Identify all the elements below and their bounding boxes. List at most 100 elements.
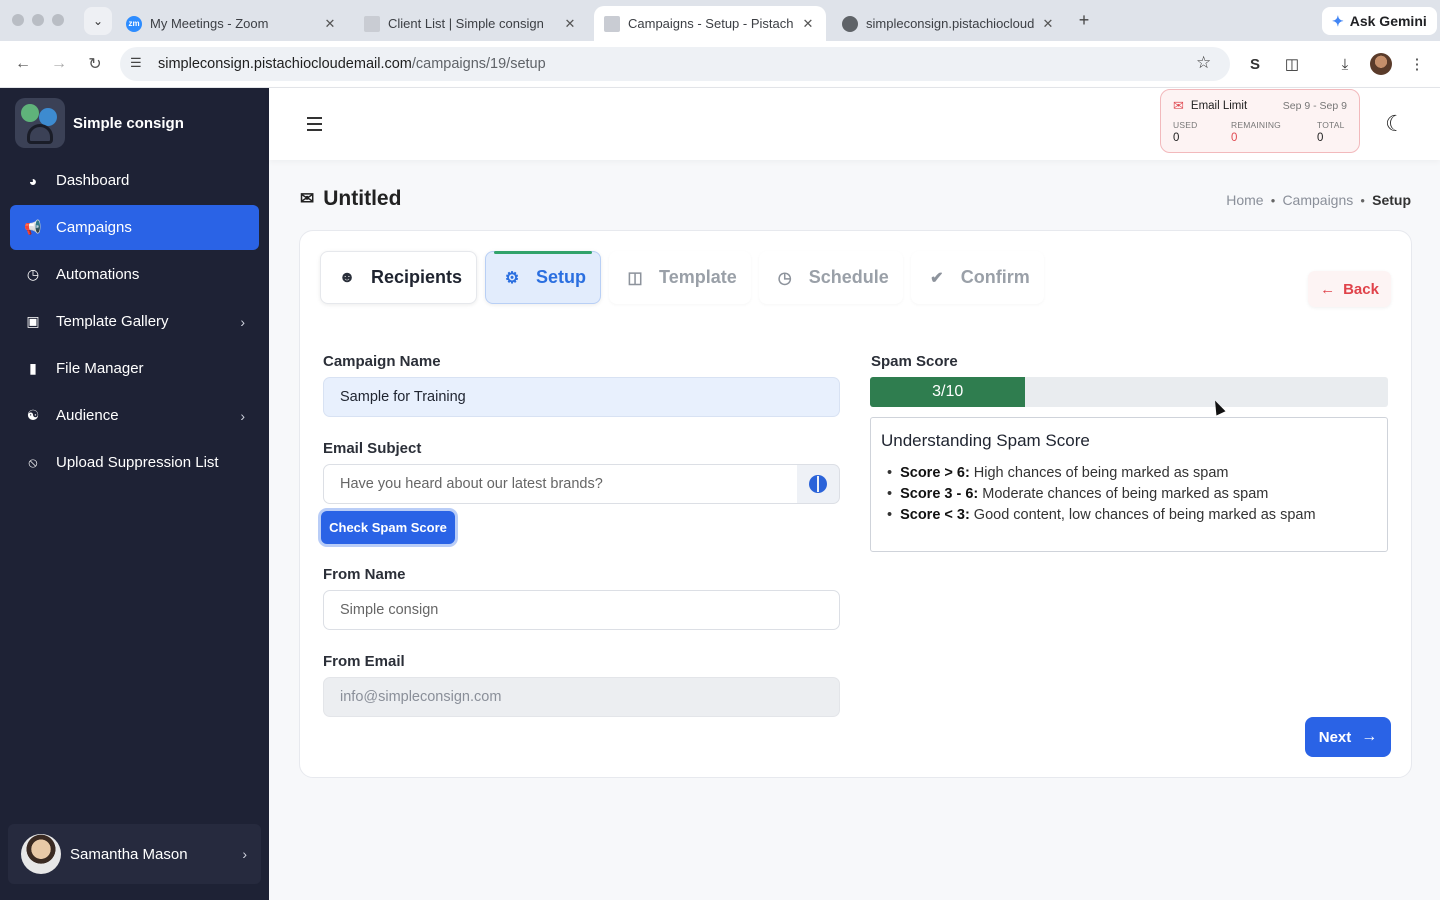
ai-suggest-button[interactable]: [797, 464, 840, 504]
new-tab-button[interactable]: +: [1074, 10, 1094, 31]
next-button[interactable]: Next →: [1305, 717, 1391, 757]
spam-score-label: Spam Score: [871, 353, 958, 370]
zoom-icon: zm: [126, 15, 142, 32]
layout-icon: ◫: [627, 269, 643, 287]
chevron-right-icon: ›: [240, 313, 245, 330]
gallery-icon: ▣: [26, 313, 40, 329]
sidebar-item-dashboard[interactable]: ◕ Dashboard: [10, 158, 259, 203]
sidebar-item-label: Campaigns: [56, 219, 132, 236]
step-setup[interactable]: ⚙ Setup: [485, 251, 602, 304]
dark-mode-moon-icon[interactable]: ☾: [1379, 108, 1411, 140]
spam-score-fill: 3/10: [870, 377, 1026, 407]
forward-arrow-icon[interactable]: →: [48, 53, 70, 75]
reload-icon[interactable]: ↻: [84, 53, 106, 75]
rule-key: Score > 6:: [900, 465, 970, 481]
step-template[interactable]: ◫ Template: [609, 251, 751, 304]
sidebar-item-label: Audience: [56, 407, 119, 424]
back-arrow-icon[interactable]: ←: [12, 53, 34, 75]
breadcrumb-campaigns[interactable]: Campaigns: [1282, 192, 1353, 208]
step-label: Setup: [536, 267, 587, 287]
more-vertical-icon[interactable]: ⋮: [1406, 53, 1428, 75]
page-title: ✉ Untitled: [300, 187, 401, 211]
brand[interactable]: Simple consign: [15, 98, 184, 148]
back-label: Back: [1343, 280, 1379, 298]
rule-text: Moderate chances of being marked as spam: [982, 486, 1269, 502]
browser-profile-avatar[interactable]: [1370, 53, 1392, 75]
check-spam-score-button[interactable]: Check Spam Score: [321, 511, 455, 544]
user-slash-icon: ⦸: [28, 454, 38, 470]
step-confirm[interactable]: ✔ Confirm: [910, 251, 1044, 304]
tab-title: simpleconsign.pistachiocloud: [866, 16, 1034, 31]
spam-score-info-box: Understanding Spam Score • Score > 6: High…: [870, 417, 1388, 552]
step-recipients[interactable]: ☻ Recipients: [320, 251, 478, 304]
sidebar-item-file-manager[interactable]: ▮ File Manager: [10, 346, 259, 391]
brand-name: Simple consign: [73, 114, 184, 132]
rule-key: Score 3 - 6:: [900, 486, 979, 502]
campaign-name-input[interactable]: Sample for Training: [323, 377, 840, 417]
sidebar-item-template-gallery[interactable]: ▣ Template Gallery ›: [10, 299, 259, 344]
campaign-name-label: Campaign Name: [323, 353, 441, 370]
close-icon[interactable]: ✕: [800, 16, 816, 32]
email-subject-input[interactable]: Have you heard about our latest brands?: [323, 464, 798, 504]
plus-icon: +: [1078, 10, 1090, 30]
spam-score-bar: 3/10: [870, 377, 1388, 407]
rule-key: Score < 3:: [900, 507, 970, 523]
from-name-input[interactable]: Simple consign: [323, 590, 840, 630]
breadcrumb-home[interactable]: Home: [1226, 192, 1263, 208]
sidebar-item-campaigns[interactable]: 📢 Campaigns: [10, 205, 259, 250]
step-schedule[interactable]: ◷ Schedule: [758, 251, 903, 304]
email-limit-widget[interactable]: ✉ Email Limit Sep 9 - Sep 9 USED 0 REMAI…: [1160, 89, 1360, 153]
window-close-dot[interactable]: [12, 14, 24, 26]
total-value: 0: [1317, 132, 1324, 144]
total-label: TOTAL: [1317, 120, 1345, 130]
next-label: Next: [1318, 728, 1352, 746]
megaphone-icon: 📢: [24, 219, 42, 235]
browser-tab-simpleconsign[interactable]: simpleconsign.pistachiocloud ✕: [832, 6, 1066, 41]
top-header: ✉ Email Limit Sep 9 - Sep 9 USED 0 REMAI…: [269, 88, 1440, 160]
sidebar-item-upload-suppression-list[interactable]: ⦸ Upload Suppression List: [10, 440, 259, 485]
user-profile-card[interactable]: Samantha Mason ›: [8, 824, 261, 884]
bookmark-star-icon[interactable]: ☆: [1196, 53, 1211, 73]
download-icon[interactable]: ⤓: [1334, 53, 1356, 75]
browser-tab-client-list[interactable]: Client List | Simple consign ✕: [354, 6, 588, 41]
browser-tab-bar: ⌄ zm My Meetings - Zoom ✕ Client List | …: [0, 0, 1440, 41]
chevron-down-icon: ⌄: [92, 14, 104, 28]
rule-text: High chances of being marked as spam: [973, 465, 1229, 481]
user-name: Samantha Mason: [70, 845, 188, 863]
remaining-value: 0: [1231, 132, 1238, 144]
sidebar-item-label: Dashboard: [56, 172, 130, 189]
window-maximize-dot[interactable]: [52, 14, 64, 26]
ask-gemini-button[interactable]: ✦ Ask Gemini: [1322, 7, 1437, 35]
sidebar-item-automations[interactable]: ◷ Automations: [10, 252, 259, 297]
window-minimize-dot[interactable]: [32, 14, 44, 26]
puzzle-icon[interactable]: ◫: [1281, 53, 1303, 75]
avatar: [21, 834, 61, 874]
tab-title: Campaigns - Setup - Pistachi: [628, 16, 794, 31]
chevron-right-icon: ›: [240, 407, 245, 424]
clock-icon: ◷: [26, 266, 40, 282]
tab-title: Client List | Simple consign: [388, 16, 544, 31]
users-icon: ☻: [338, 268, 356, 286]
site-settings-icon[interactable]: ☰: [130, 55, 142, 71]
sidebar-item-audience[interactable]: ☯ Audience ›: [10, 393, 259, 438]
sidebar-item-label: Template Gallery: [56, 313, 169, 330]
tab-search-button[interactable]: ⌄: [84, 7, 112, 35]
browser-tab-zoom[interactable]: zm My Meetings - Zoom ✕: [116, 6, 348, 41]
sidebar: Simple consign ◕ Dashboard 📢 Campaigns ◷…: [0, 88, 269, 900]
extension-s-icon[interactable]: S: [1244, 53, 1266, 75]
envelope-icon: ✉: [1173, 98, 1184, 113]
brand-logo: [15, 98, 65, 148]
close-icon[interactable]: ✕: [322, 16, 338, 32]
close-icon[interactable]: ✕: [1040, 16, 1056, 32]
file-icon: ▮: [29, 360, 37, 376]
hamburger-menu-icon[interactable]: [295, 110, 333, 138]
back-button[interactable]: ← Back: [1308, 271, 1391, 307]
globe-icon: [842, 15, 858, 32]
from-name-label: From Name: [323, 566, 406, 583]
gemini-label: Ask Gemini: [1349, 13, 1427, 29]
browser-tab-campaigns-setup[interactable]: Campaigns - Setup - Pistachi ✕: [594, 6, 826, 41]
close-icon[interactable]: ✕: [562, 16, 578, 32]
sidebar-item-label: File Manager: [56, 360, 144, 377]
url-bar[interactable]: simpleconsign.pistachiocloudemail.com/ca…: [120, 47, 1230, 81]
wizard-steps: ☻ Recipients ⚙ Setup ◫ Template ◷ Schedu…: [320, 251, 1044, 304]
